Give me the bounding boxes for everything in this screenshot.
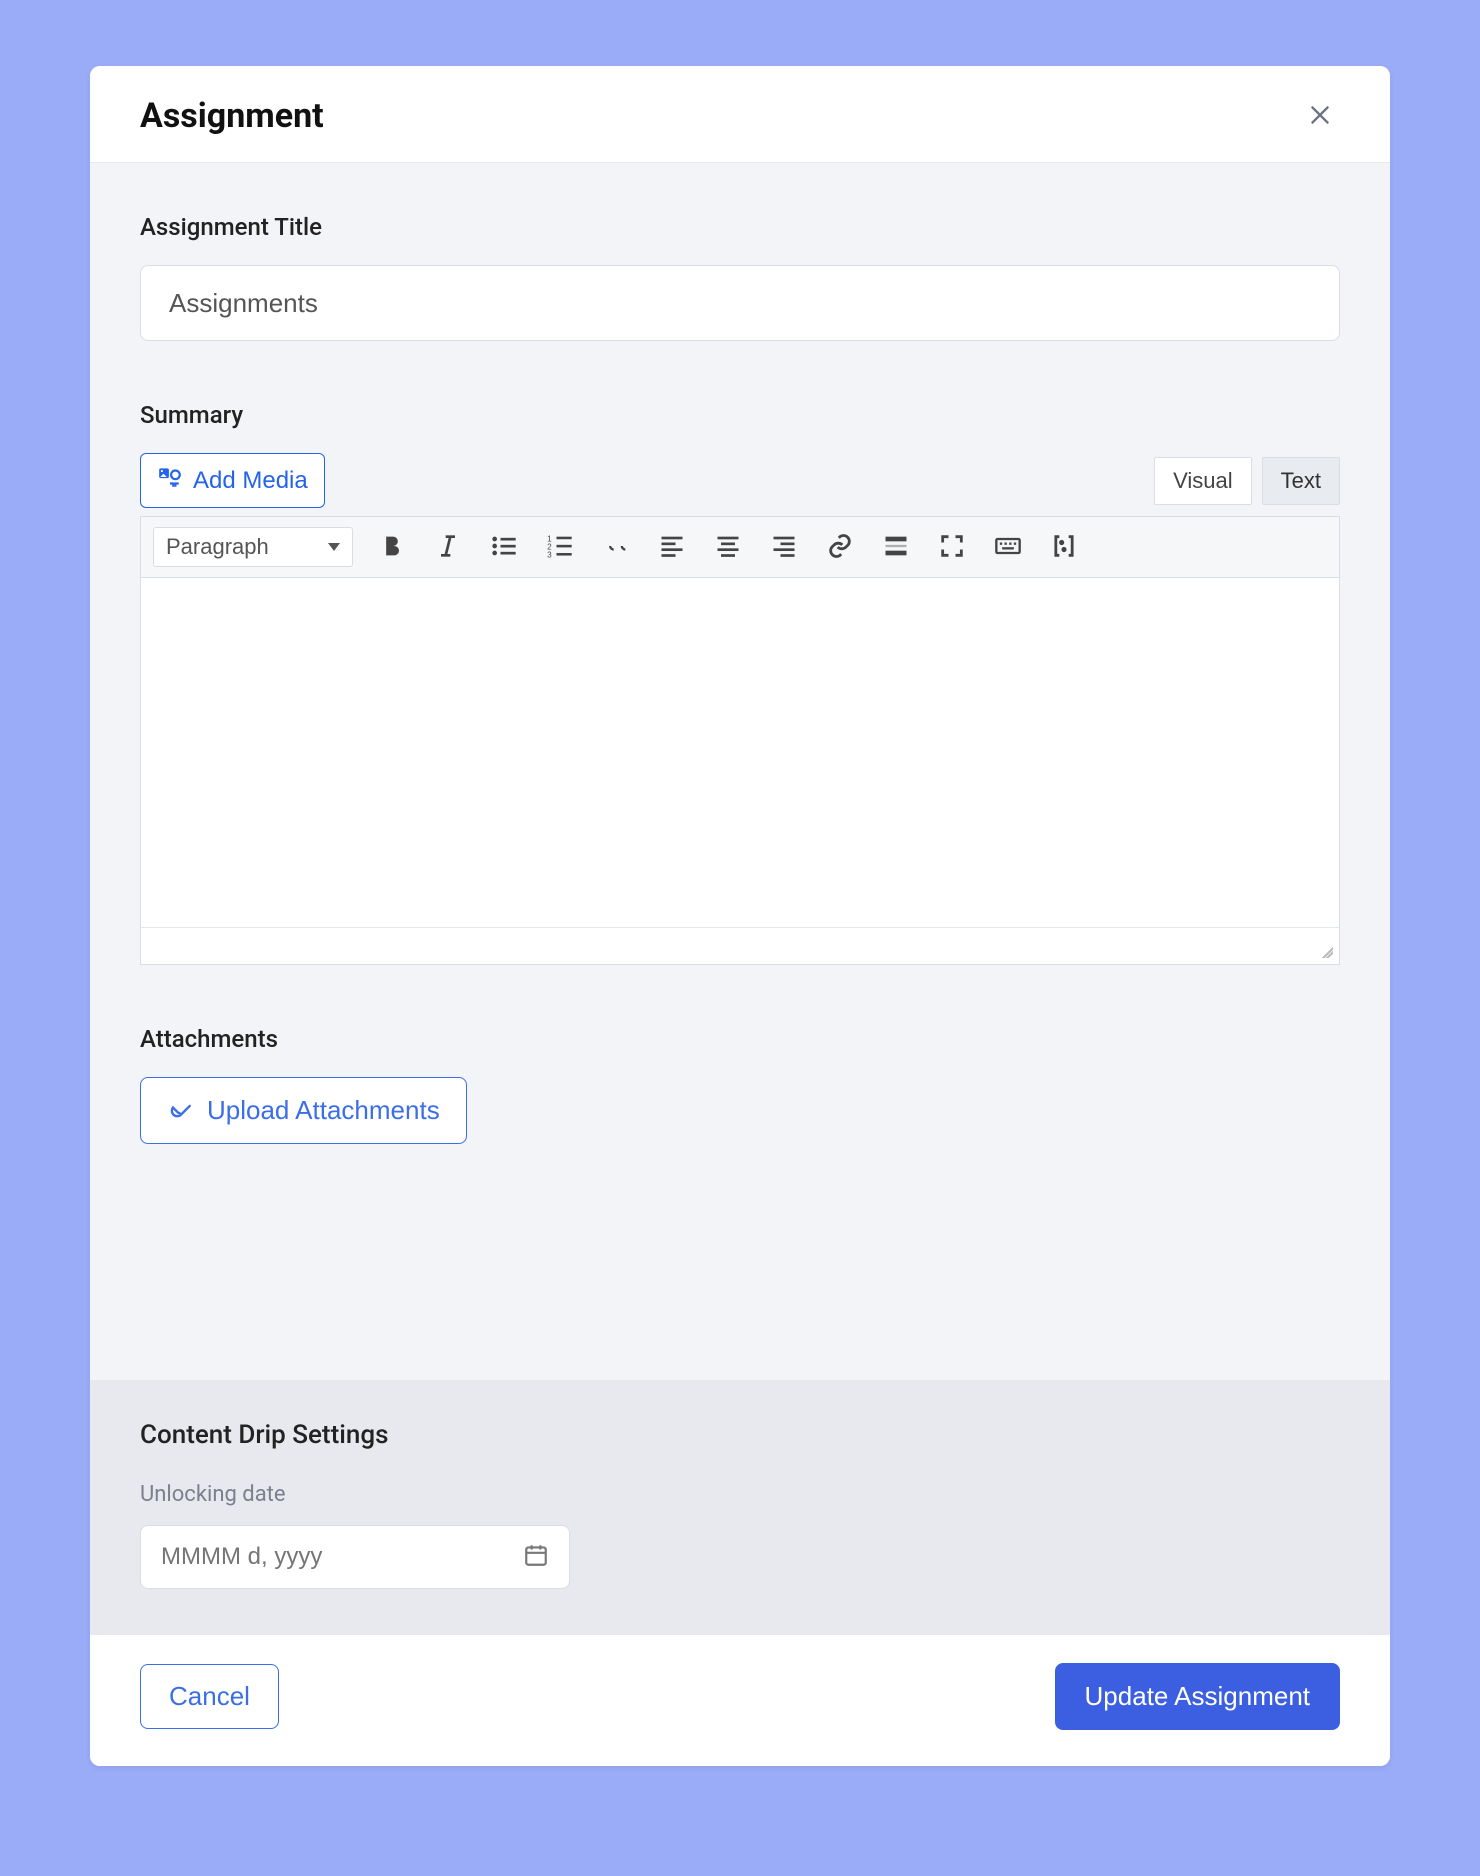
title-field-group: Assignment Title — [140, 213, 1340, 341]
tab-visual[interactable]: Visual — [1154, 457, 1252, 505]
read-more-icon — [882, 532, 910, 563]
attachments-label: Attachments — [140, 1025, 1340, 1053]
numbered-list-button[interactable]: 123 — [543, 530, 577, 564]
editor-textarea[interactable] — [141, 578, 1339, 928]
rich-text-editor: Paragraph 123 — [140, 516, 1340, 965]
unlocking-date-field[interactable] — [140, 1525, 570, 1589]
bullet-list-icon — [490, 532, 518, 563]
modal-title: Assignment — [140, 96, 324, 136]
fullscreen-button[interactable] — [935, 530, 969, 564]
shortcode-button[interactable] — [1047, 530, 1081, 564]
summary-controls: Add Media Visual Text — [140, 453, 1340, 508]
content-drip-section: Content Drip Settings Unlocking date — [90, 1380, 1390, 1635]
content-drip-title: Content Drip Settings — [140, 1420, 1340, 1450]
numbered-list-icon: 123 — [546, 532, 574, 563]
editor-view-tabs: Visual Text — [1154, 457, 1340, 505]
calendar-icon — [523, 1542, 549, 1572]
close-icon — [1307, 102, 1333, 131]
unlocking-date-input[interactable] — [161, 1543, 523, 1571]
bold-icon — [378, 532, 406, 563]
keyboard-icon — [994, 532, 1022, 563]
align-left-button[interactable] — [655, 530, 689, 564]
quote-icon — [602, 532, 630, 563]
assignment-title-input[interactable] — [140, 265, 1340, 341]
italic-icon — [434, 532, 462, 563]
modal-header: Assignment — [90, 66, 1390, 163]
assignment-modal: Assignment Assignment Title Summary — [90, 66, 1390, 1766]
modal-footer: Cancel Update Assignment — [90, 1635, 1390, 1766]
close-button[interactable] — [1300, 96, 1340, 136]
summary-field-group: Summary Add Media — [140, 401, 1340, 965]
shortcode-icon — [1050, 532, 1078, 563]
align-center-button[interactable] — [711, 530, 745, 564]
link-icon — [826, 532, 854, 563]
add-media-label: Add Media — [193, 467, 308, 495]
italic-button[interactable] — [431, 530, 465, 564]
tab-text[interactable]: Text — [1262, 457, 1340, 505]
editor-statusbar[interactable] — [141, 928, 1339, 964]
paperclip-icon — [167, 1094, 193, 1127]
editor-toolbar: Paragraph 123 — [141, 517, 1339, 578]
cancel-button[interactable]: Cancel — [140, 1664, 279, 1729]
upload-attachments-button[interactable]: Upload Attachments — [140, 1077, 467, 1144]
toolbar-group: 123 — [375, 530, 1081, 564]
attachments-field-group: Attachments Upload Attachments — [140, 1025, 1340, 1144]
svg-text:3: 3 — [547, 550, 552, 559]
media-icon — [157, 464, 183, 497]
unlocking-date-label: Unlocking date — [140, 1482, 1340, 1507]
title-label: Assignment Title — [140, 213, 1340, 241]
read-more-button[interactable] — [879, 530, 913, 564]
format-select[interactable]: Paragraph — [153, 527, 353, 567]
format-select-label: Paragraph — [166, 534, 269, 560]
modal-body: Assignment Title Summary — [90, 163, 1390, 1380]
add-media-button[interactable]: Add Media — [140, 453, 325, 508]
update-assignment-button[interactable]: Update Assignment — [1055, 1663, 1340, 1730]
align-center-icon — [714, 532, 742, 563]
link-button[interactable] — [823, 530, 857, 564]
summary-label: Summary — [140, 401, 1340, 429]
fullscreen-icon — [938, 532, 966, 563]
bold-button[interactable] — [375, 530, 409, 564]
blockquote-button[interactable] — [599, 530, 633, 564]
toolbar-toggle-button[interactable] — [991, 530, 1025, 564]
align-left-icon — [658, 532, 686, 563]
bullet-list-button[interactable] — [487, 530, 521, 564]
align-right-button[interactable] — [767, 530, 801, 564]
align-right-icon — [770, 532, 798, 563]
chevron-down-icon — [328, 543, 340, 551]
upload-attachments-label: Upload Attachments — [207, 1095, 440, 1126]
